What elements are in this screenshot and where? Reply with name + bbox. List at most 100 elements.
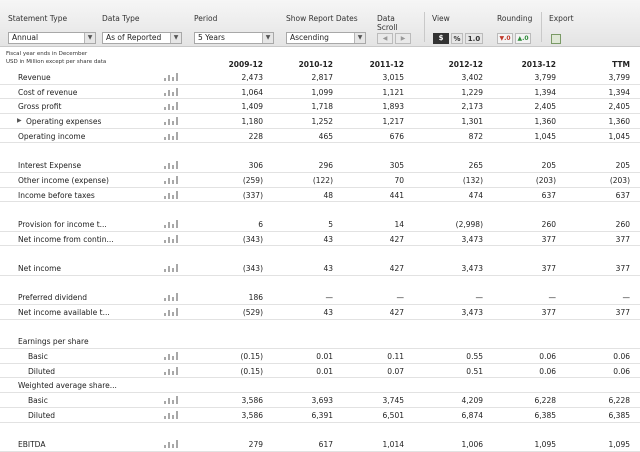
- export-label: Export: [549, 14, 574, 23]
- table-cell: (132): [462, 175, 483, 185]
- table-cell: 3,745: [382, 396, 404, 406]
- table-cell: 205: [615, 161, 630, 171]
- bar-chart-icon[interactable]: [164, 219, 178, 228]
- table-cell: 14: [394, 219, 404, 229]
- chevron-down-icon: ▼: [262, 33, 273, 43]
- table-cell: 0.55: [466, 352, 483, 362]
- table-cell: 228: [248, 131, 263, 141]
- row-spacer: [0, 143, 640, 158]
- table-cell: 377: [541, 234, 556, 244]
- table-row[interactable]: ▶ Operating expenses 1,180 1,252 1,217 1…: [0, 114, 640, 129]
- table-cell: 1,006: [461, 440, 483, 450]
- table-cell: 377: [541, 263, 556, 273]
- period-label: Period: [194, 14, 218, 23]
- table-row: Provision for income t... 6 5 14 (2,998)…: [0, 217, 640, 232]
- table-cell: 377: [615, 234, 630, 244]
- bar-chart-icon[interactable]: [164, 396, 178, 405]
- scroll-right-button[interactable]: ▶: [395, 33, 411, 44]
- view-dollar-button[interactable]: $: [433, 33, 449, 44]
- bar-chart-icon[interactable]: [164, 73, 178, 81]
- bar-chart-icon[interactable]: [164, 308, 178, 316]
- expand-arrow-icon[interactable]: ▶: [17, 117, 22, 124]
- bar-chart-icon[interactable]: [164, 263, 178, 272]
- table-row: Diluted (0.15) 0.01 0.07 0.51 0.06 0.06: [0, 364, 640, 379]
- bar-chart-icon[interactable]: [164, 117, 178, 126]
- table-cell: 617: [318, 440, 333, 450]
- column-header: 2013-12: [521, 60, 556, 69]
- table-row: Basic (0.15) 0.01 0.11 0.55 0.06 0.06: [0, 349, 640, 364]
- bar-chart-icon[interactable]: [164, 440, 178, 449]
- round-up-button[interactable]: ▲.0: [515, 33, 531, 44]
- table-row: Net income available t... (529) 43 427 3…: [0, 305, 640, 320]
- table-cell: 1,394: [534, 87, 556, 97]
- table-cell: 43: [323, 234, 333, 244]
- table-cell: 2,173: [461, 102, 483, 112]
- table-cell: (343): [242, 234, 263, 244]
- row-label: Diluted: [28, 366, 56, 376]
- row-label: Cost of revenue: [18, 87, 78, 97]
- separator: [541, 12, 542, 42]
- bar-chart-icon[interactable]: [164, 366, 178, 375]
- row-label: Operating expenses: [26, 117, 102, 127]
- table-row: Revenue 2,473 2,817 3,015 3,402 3,799 3,…: [0, 70, 640, 85]
- table-row: Cost of revenue 1,064 1,099 1,121 1,229 …: [0, 85, 640, 100]
- data-scroll-label: Data Scroll: [377, 14, 398, 32]
- bar-chart-icon[interactable]: [164, 161, 178, 170]
- statement-type-select[interactable]: Annual ▼: [8, 32, 96, 44]
- row-label: Gross profit: [18, 102, 62, 112]
- table-row: Basic 3,586 3,693 3,745 4,209 6,228 6,22…: [0, 393, 640, 408]
- bar-chart-icon[interactable]: [164, 190, 178, 199]
- table-cell: 3,402: [461, 73, 483, 82]
- chevron-down-icon: ▼: [170, 33, 181, 43]
- bar-chart-icon[interactable]: [164, 175, 178, 184]
- table-row: Other income (expense) (259) (122) 70 (1…: [0, 173, 640, 188]
- period-select[interactable]: 5 Years ▼: [194, 32, 274, 44]
- row-spacer: [0, 320, 640, 335]
- row-label: Diluted: [28, 410, 56, 420]
- view-unit-button[interactable]: 1.0: [465, 33, 483, 44]
- table-cell: 3,586: [241, 410, 263, 420]
- bar-chart-icon[interactable]: [164, 131, 178, 140]
- bar-chart-icon[interactable]: [164, 102, 178, 111]
- table-cell: 6,385: [534, 410, 556, 420]
- export-excel-icon[interactable]: [551, 34, 561, 44]
- view-percent-button[interactable]: %: [451, 33, 463, 44]
- section-header-row: Weighted average share...: [0, 378, 640, 394]
- table-cell: 1,394: [608, 87, 630, 97]
- bar-chart-icon[interactable]: [164, 234, 178, 243]
- table-cell: (203): [535, 175, 556, 185]
- table-cell: —: [622, 293, 631, 303]
- bar-chart-icon[interactable]: [164, 410, 178, 419]
- table-row: Diluted 3,586 6,391 6,501 6,874 6,385 6,…: [0, 408, 640, 423]
- table-cell: 0.06: [613, 366, 630, 376]
- table-cell: (0.15): [240, 352, 263, 362]
- row-label: Net income: [18, 263, 62, 273]
- bar-chart-icon[interactable]: [164, 293, 178, 302]
- row-label: Other income (expense): [18, 175, 109, 185]
- table-cell: 3,586: [241, 396, 263, 406]
- data-type-select[interactable]: As of Reported ▼: [102, 32, 182, 44]
- table-cell: 6,385: [608, 410, 630, 420]
- period-value: 5 Years: [198, 33, 225, 42]
- table-cell: 0.06: [539, 366, 556, 376]
- notes: Fiscal year ends in December USD in Mill…: [6, 50, 106, 66]
- table-cell: 1,180: [241, 117, 263, 127]
- table-cell: (337): [242, 190, 263, 200]
- table-row: Operating income 228 465 676 872 1,045 1…: [0, 129, 640, 144]
- table-cell: 186: [248, 293, 263, 303]
- table-cell: 465: [318, 131, 333, 141]
- bar-chart-icon[interactable]: [164, 87, 178, 96]
- table-cell: 6,228: [534, 396, 556, 406]
- scroll-left-button[interactable]: ◀: [377, 33, 393, 44]
- table-cell: 0.51: [466, 366, 483, 376]
- table-cell: 6: [258, 219, 263, 229]
- table-cell: (122): [312, 175, 333, 185]
- table-cell: 3,473: [461, 308, 483, 317]
- show-report-dates-select[interactable]: Ascending ▼: [286, 32, 366, 44]
- table-row: Preferred dividend 186 — — — — —: [0, 290, 640, 305]
- column-header: 2009-12: [228, 60, 263, 69]
- table-cell: 1,121: [382, 87, 404, 97]
- bar-chart-icon[interactable]: [164, 352, 178, 361]
- round-down-button[interactable]: ▼.0: [497, 33, 513, 44]
- table-cell: 637: [615, 190, 630, 200]
